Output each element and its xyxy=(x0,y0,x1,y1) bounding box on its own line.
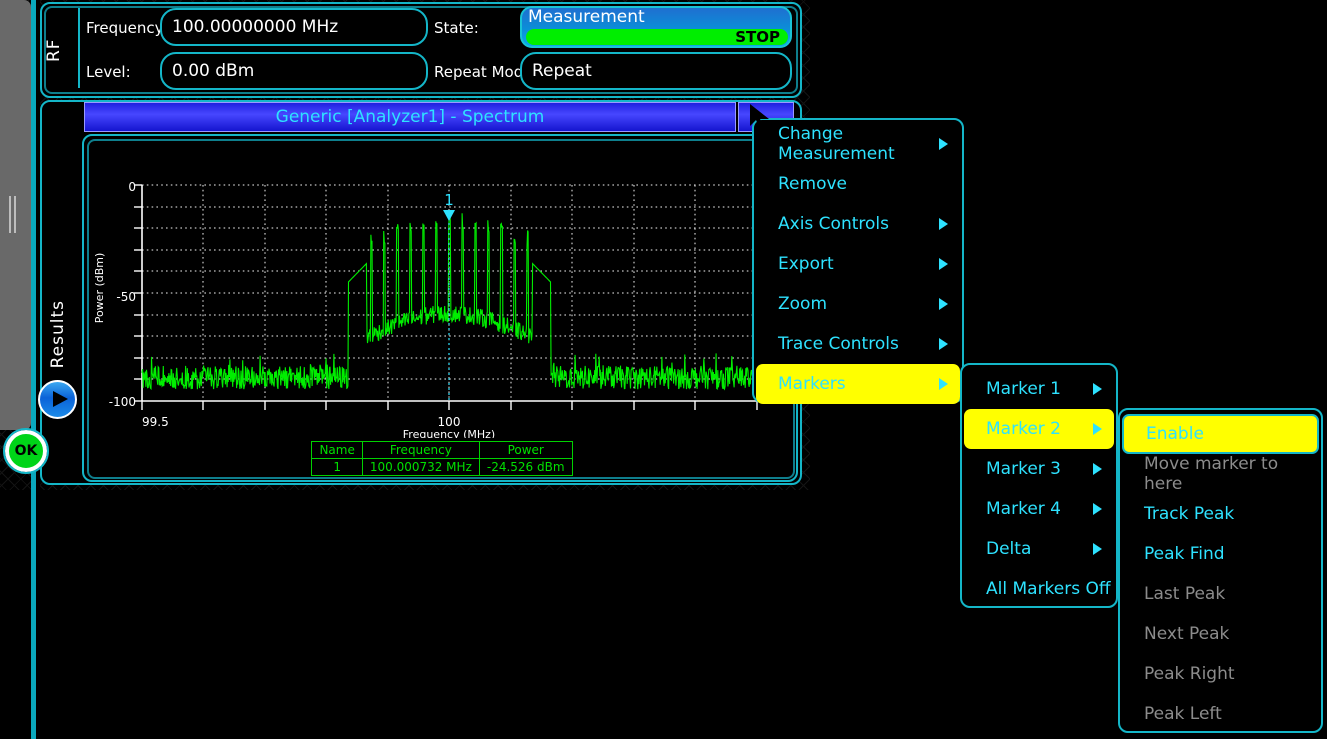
marker-table[interactable]: Name Frequency Power 1 100.000732 MHz -24.52… xyxy=(84,441,800,481)
markers-submenu[interactable]: Marker 1 Marker 2 Marker 3 Marker 4 Delta All… xyxy=(960,363,1118,608)
chevron-right-icon xyxy=(939,218,948,230)
svg-text:Power (dBm): Power (dBm) xyxy=(93,253,106,324)
measurement-status-widget[interactable]: Measurement STOP xyxy=(520,6,792,48)
menu-item-label: Move marker to here xyxy=(1144,454,1279,494)
chevron-right-icon xyxy=(939,378,948,390)
menu-item-change-measurement[interactable]: Change Measurement xyxy=(756,124,960,164)
marker-table-header-row: Name Frequency Power xyxy=(311,441,573,459)
svg-text:-100: -100 xyxy=(109,395,136,409)
menu-item-label: Enable xyxy=(1146,424,1204,444)
marker2-item-move-marker-to-here: Move marker to here xyxy=(1122,454,1319,494)
markers-item-delta[interactable]: Delta xyxy=(964,529,1114,569)
spectrum-window-title[interactable]: Generic [Analyzer1] - Spectrum xyxy=(84,102,736,132)
spectrum-plot[interactable]: Power (dBm) 0 -50 -100 1 99.5 100 Freque… xyxy=(89,138,789,441)
rf-section-label: RF xyxy=(44,38,64,62)
menu-item-label: Remove xyxy=(778,174,847,194)
marker2-item-peak-find[interactable]: Peak Find xyxy=(1122,534,1319,574)
marker-table-header: Frequency xyxy=(361,441,480,459)
menu-item-trace-controls[interactable]: Trace Controls xyxy=(756,324,960,364)
xtick-left: 99.5 xyxy=(142,415,169,429)
chevron-right-icon xyxy=(939,138,948,150)
frequency-input[interactable]: 100.00000000 MHz xyxy=(160,8,428,46)
frequency-label: Frequency: xyxy=(86,19,168,37)
measurement-title: Measurement xyxy=(528,7,645,27)
chevron-right-icon xyxy=(939,298,948,310)
menu-item-label: Next Peak xyxy=(1144,624,1230,644)
spectrum-window: Generic [Analyzer1] - Spectrum Power (dB… xyxy=(82,100,798,482)
markers-item-all-markers-off[interactable]: All Markers Off xyxy=(964,569,1114,609)
table-row[interactable]: 1 100.000732 MHz -24.526 dBm xyxy=(311,458,573,476)
menu-item-markers[interactable]: Markers xyxy=(756,364,960,404)
play-icon[interactable] xyxy=(38,380,77,419)
menu-item-zoom[interactable]: Zoom xyxy=(756,284,960,324)
marker-table-header: Name xyxy=(311,441,363,459)
level-label: Level: xyxy=(86,63,131,81)
menu-item-label: Marker 3 xyxy=(986,459,1061,479)
menu-item-label: Change Measurement xyxy=(778,124,895,164)
markers-item-marker-1[interactable]: Marker 1 xyxy=(964,369,1114,409)
marker-table-cell: -24.526 dBm xyxy=(478,458,573,476)
panel-splitter[interactable] xyxy=(0,0,31,430)
results-section-label: Results xyxy=(48,300,68,369)
svg-text:0: 0 xyxy=(128,180,136,194)
x-axis-label: Frequency (MHz) xyxy=(403,428,495,438)
ok-button[interactable]: OK xyxy=(3,428,49,474)
marker-table-cell: 1 xyxy=(311,458,363,476)
chart-panel[interactable]: Power (dBm) 0 -50 -100 1 99.5 100 Freque… xyxy=(82,134,798,482)
markers-item-marker-2[interactable]: Marker 2 xyxy=(964,409,1114,449)
state-label: State: xyxy=(434,19,479,37)
marker2-item-peak-left: Peak Left xyxy=(1122,694,1319,734)
menu-item-label: Export xyxy=(778,254,834,274)
marker-1-pointer xyxy=(443,210,455,221)
menu-item-label: Trace Controls xyxy=(778,334,899,354)
marker-table-cell: 100.000732 MHz xyxy=(361,458,480,476)
menu-item-label: Marker 2 xyxy=(986,419,1061,439)
chevron-right-icon xyxy=(1093,383,1102,395)
marker2-submenu[interactable]: Enable Move marker to here Track Peak Peak … xyxy=(1118,408,1323,733)
marker2-item-next-peak: Next Peak xyxy=(1122,614,1319,654)
menu-item-label: Delta xyxy=(986,539,1032,559)
measurement-state-text: STOP xyxy=(735,28,780,46)
level-input[interactable]: 0.00 dBm xyxy=(160,52,428,90)
menu-item-label: All Markers Off xyxy=(986,579,1111,599)
context-menu[interactable]: Change Measurement Remove Axis Controls Exp… xyxy=(752,118,964,404)
menu-item-label: Axis Controls xyxy=(778,214,889,234)
svg-text:-50: -50 xyxy=(116,290,136,304)
menu-item-label: Track Peak xyxy=(1144,504,1235,524)
menu-item-label: Marker 4 xyxy=(986,499,1061,519)
repeat-mode-select[interactable]: Repeat xyxy=(520,52,792,90)
menu-item-label: Peak Find xyxy=(1144,544,1225,564)
marker-1-label: 1 xyxy=(444,191,454,209)
splitter-grip-icon[interactable] xyxy=(9,196,19,233)
marker2-item-peak-right: Peak Right xyxy=(1122,654,1319,694)
measurement-progress-bar: STOP xyxy=(526,29,788,45)
spectrum-svg: Power (dBm) 0 -50 -100 1 99.5 100 Freque… xyxy=(93,180,758,441)
xtick-mid: 100 xyxy=(438,415,461,429)
menu-item-label: Zoom xyxy=(778,294,828,314)
menu-item-label: Peak Left xyxy=(1144,704,1222,724)
menu-item-label: Marker 1 xyxy=(986,379,1061,399)
menu-item-export[interactable]: Export xyxy=(756,244,960,284)
marker2-item-track-peak[interactable]: Track Peak xyxy=(1122,494,1319,534)
menu-item-label: Peak Right xyxy=(1144,664,1235,684)
chevron-right-icon xyxy=(1093,543,1102,555)
marker-table-body: 1 100.000732 MHz -24.526 dBm xyxy=(311,458,573,476)
menu-item-label: Last Peak xyxy=(1144,584,1226,604)
chevron-right-icon xyxy=(939,338,948,350)
chevron-right-icon xyxy=(1093,463,1102,475)
marker2-item-enable[interactable]: Enable xyxy=(1122,414,1319,454)
chevron-right-icon xyxy=(939,258,948,270)
mouse-cursor-icon xyxy=(750,104,769,129)
black-bottom-area xyxy=(0,490,810,739)
markers-item-marker-4[interactable]: Marker 4 xyxy=(964,489,1114,529)
menu-item-label: Markers xyxy=(778,374,846,394)
menu-item-remove[interactable]: Remove xyxy=(756,164,960,204)
chevron-right-icon xyxy=(1093,423,1102,435)
chevron-right-icon xyxy=(1093,503,1102,515)
menu-item-axis-controls[interactable]: Axis Controls xyxy=(756,204,960,244)
marker-table-header: Power xyxy=(478,441,573,459)
marker2-item-last-peak: Last Peak xyxy=(1122,574,1319,614)
markers-item-marker-3[interactable]: Marker 3 xyxy=(964,449,1114,489)
